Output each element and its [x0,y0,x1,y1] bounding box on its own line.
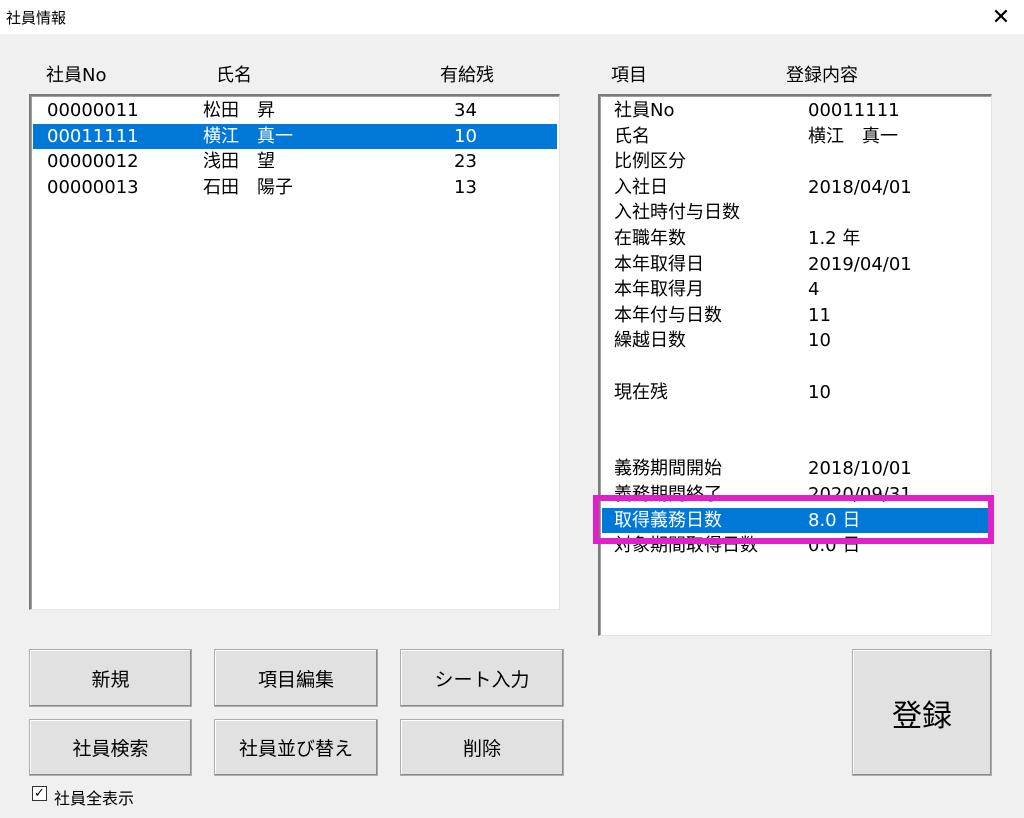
detail-item-cell: 本年取得日 [614,253,704,275]
detail-value-cell: 8.0 日 [808,509,861,531]
header-remaining: 有給残 [440,65,494,86]
detail-row[interactable]: 在職年数 1.2 年 [602,226,989,251]
detail-row[interactable]: 本年付与日数 11 [602,303,989,328]
detail-item-cell: 対象期間取得日数 [614,535,758,557]
detail-value-cell: 4 [808,279,820,301]
detail-row[interactable]: 取得義務日数 8.0 日 [602,507,989,533]
detail-value-cell: 横江 真一 [808,125,898,147]
register-button[interactable]: 登録 [852,649,992,776]
header-employee-no: 社員No [46,65,107,86]
search-employee-button[interactable]: 社員検索 [29,719,192,776]
detail-value-cell: 2019/04/01 [808,253,912,275]
show-all-checkbox[interactable]: ✓ [32,786,47,801]
detail-row[interactable]: 氏名 横江 真一 [602,124,989,149]
detail-item-cell: 現在残 [614,381,668,403]
show-all-label: 社員全表示 [54,789,135,808]
detail-value-cell: 10 [808,330,831,352]
detail-item-cell: 本年付与日数 [614,304,722,326]
employee-row[interactable]: 00011111 横江 真一 10 [33,123,557,149]
close-icon[interactable]: ✕ [978,0,1024,34]
employee-name-cell: 浅田 望 [203,151,275,172]
new-button[interactable]: 新規 [29,649,192,707]
employee-no-cell: 00000011 [47,100,139,121]
detail-row[interactable]: 義務期間開始 2018/10/01 [602,456,989,481]
detail-row[interactable]: 比例区分 [602,149,989,174]
employee-no-cell: 00000013 [47,176,139,198]
detail-row[interactable]: 入社日 2018/04/01 [602,175,989,200]
detail-value-cell: 1.2 年 [808,228,861,249]
detail-row[interactable]: 本年取得日 2019/04/01 [602,252,989,277]
employee-name-cell: 石田 陽子 [203,176,293,198]
detail-value-cell: 11 [808,304,831,326]
header-content: 登録内容 [786,65,858,86]
title-bar: 社員情報 ✕ [0,0,1024,34]
detail-item-cell: 本年取得月 [614,279,704,301]
employee-remaining-cell: 10 [454,125,477,147]
detail-row[interactable]: 本年取得月 4 [602,277,989,302]
detail-row[interactable]: 現在残 10 [602,380,989,405]
detail-item-cell: 入社時付与日数 [614,202,740,224]
window-title: 社員情報 [6,9,67,27]
edit-items-button[interactable]: 項目編集 [214,649,378,707]
employee-row[interactable]: 00000011 松田 昇 34 [33,98,557,123]
detail-value-cell: 10 [808,381,831,403]
detail-row[interactable]: 義務期間終了 2020/09/31 [602,482,989,507]
detail-row[interactable] [602,405,989,430]
employee-remaining-cell: 23 [454,151,477,172]
employee-remaining-cell: 34 [454,100,477,121]
employee-name-cell: 松田 昇 [203,100,275,121]
detail-value-cell: 00011111 [808,100,900,121]
detail-row[interactable] [602,354,989,379]
detail-row[interactable]: 社員No 00011111 [602,98,989,123]
detail-item-cell: 取得義務日数 [614,509,722,531]
detail-item-cell: 比例区分 [614,151,686,173]
header-name: 氏名 [216,65,252,86]
detail-item-cell: 在職年数 [614,228,686,249]
employee-row[interactable]: 00000013 石田 陽子 13 [33,175,557,200]
employee-row[interactable]: 00000012 浅田 望 23 [33,149,557,174]
detail-value-cell: 2020/09/31 [808,484,912,505]
employee-no-cell: 00000012 [47,151,139,172]
detail-row[interactable]: 対象期間取得日数 0.0 日 [602,533,989,558]
detail-item-cell: 氏名 [614,125,650,147]
detail-value-cell: 2018/04/01 [808,176,912,198]
sheet-input-button[interactable]: シート入力 [400,649,564,707]
detail-item-cell: 義務期間終了 [614,484,722,505]
detail-row[interactable] [602,431,989,456]
employee-name-cell: 横江 真一 [203,125,293,147]
detail-item-cell: 義務期間開始 [614,458,722,480]
detail-value-cell: 0.0 日 [808,535,861,557]
detail-value-cell: 2018/10/01 [808,458,912,480]
header-item: 項目 [611,65,647,86]
detail-row[interactable]: 繰越日数 10 [602,328,989,353]
detail-listbox[interactable]: 社員No 00011111 氏名 横江 真一比例区分入社日 2018/04/01 入社時付… [598,94,992,636]
detail-item-cell: 入社日 [614,176,668,198]
detail-item-cell: 社員No [614,100,675,121]
sort-employee-button[interactable]: 社員並び替え [214,719,378,776]
delete-button[interactable]: 削除 [400,719,564,776]
employee-listbox[interactable]: 00000011 松田 昇 34 00011111 横江 真一 10 00000012 浅田 … [29,94,560,610]
employee-remaining-cell: 13 [454,176,477,198]
detail-row[interactable]: 入社時付与日数 [602,200,989,225]
employee-no-cell: 00011111 [47,125,139,147]
detail-item-cell: 繰越日数 [614,330,686,352]
